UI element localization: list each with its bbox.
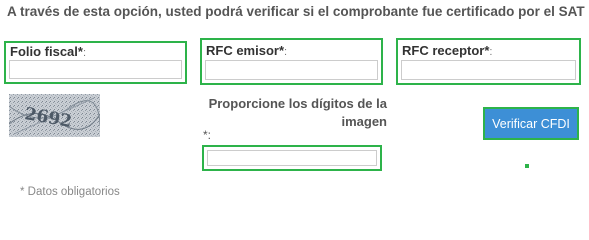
captcha-image: 2692 <box>9 94 100 137</box>
rfc-receptor-label: RFC receptor* <box>402 43 490 58</box>
rfc-emisor-field: RFC emisor*: <box>200 38 383 85</box>
rfc-receptor-input[interactable] <box>401 60 576 80</box>
verify-cfdi-button[interactable]: Verificar CFDI <box>483 107 579 140</box>
captcha-prompt: Proporcione los dígitos de la imagen <box>208 96 387 129</box>
status-dot <box>525 164 529 168</box>
intro-text: A través de esta opción, usted podrá ver… <box>7 4 585 19</box>
captcha-required-marker: *: <box>203 128 212 142</box>
folio-fiscal-input[interactable] <box>9 60 182 79</box>
rfc-receptor-field: RFC receptor*: <box>396 38 581 85</box>
captcha-field <box>202 145 382 171</box>
folio-fiscal-label: Folio fiscal* <box>10 44 83 59</box>
folio-fiscal-field: Folio fiscal*: <box>4 41 187 84</box>
rfc-emisor-input[interactable] <box>205 60 378 80</box>
captcha-input[interactable] <box>207 150 377 166</box>
mandatory-note: * Datos obligatorios <box>20 186 120 198</box>
rfc-emisor-label: RFC emisor* <box>206 43 285 58</box>
